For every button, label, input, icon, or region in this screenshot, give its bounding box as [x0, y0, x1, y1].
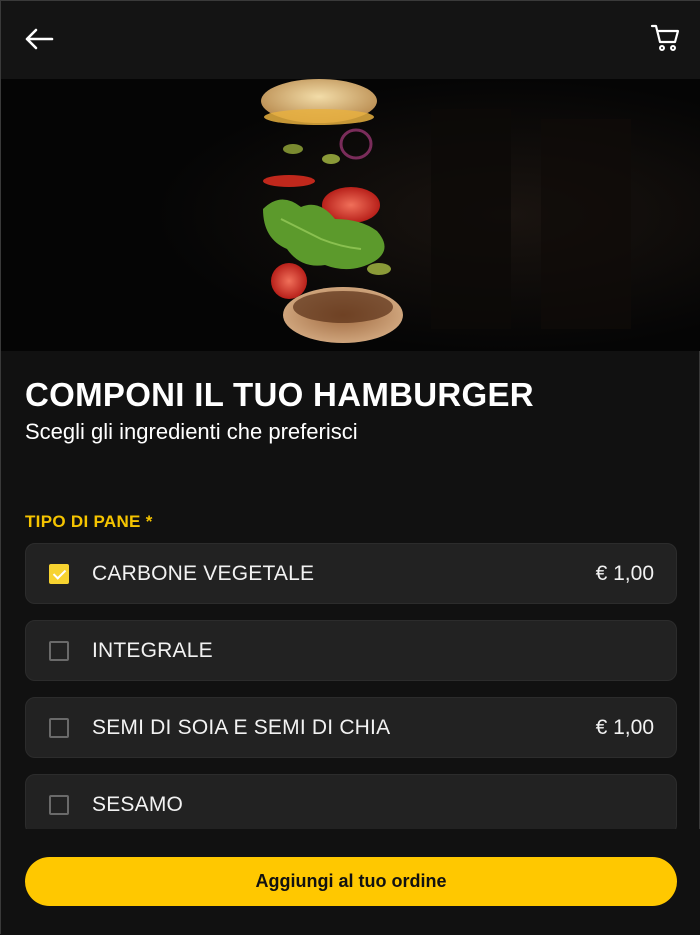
cart-button[interactable] — [647, 19, 683, 55]
checkbox-unchecked[interactable] — [49, 718, 69, 738]
checkbox-unchecked[interactable] — [49, 641, 69, 661]
option-carbone-vegetale[interactable]: CARBONE VEGETALE € 1,00 — [25, 543, 677, 604]
hero-image — [1, 79, 700, 351]
burger-ingredients-photo — [1, 79, 700, 351]
shopping-cart-icon — [650, 24, 680, 51]
option-price: € 1,00 — [595, 716, 654, 739]
option-integrale[interactable]: INTEGRALE — [25, 620, 677, 681]
checkbox-unchecked[interactable] — [49, 795, 69, 815]
top-bar — [1, 1, 700, 79]
option-sesamo[interactable]: SESAMO — [25, 774, 677, 829]
option-label: SESAMO — [92, 793, 184, 816]
option-label: INTEGRALE — [92, 639, 213, 662]
page-title: COMPONI IL TUO HAMBURGER — [25, 376, 534, 413]
checkbox-checked[interactable] — [49, 564, 69, 584]
section-label: TIPO DI PANE * — [25, 512, 153, 531]
title-block: COMPONI IL TUO HAMBURGER Scegli gli ingr… — [25, 373, 675, 447]
option-semi-di-soia-e-semi-di-chia[interactable]: SEMI DI SOIA E SEMI DI CHIA € 1,00 — [25, 697, 677, 758]
arrow-left-icon — [25, 28, 54, 50]
page-subtitle: Scegli gli ingredienti che preferisci — [25, 419, 358, 444]
option-price: € 1,00 — [595, 562, 654, 585]
option-label: CARBONE VEGETALE — [92, 562, 315, 585]
back-button[interactable] — [21, 21, 57, 57]
option-label: SEMI DI SOIA E SEMI DI CHIA — [92, 716, 391, 739]
bread-options-list: CARBONE VEGETALE € 1,00 INTEGRALE SEMI D… — [25, 543, 677, 829]
add-to-order-button[interactable]: Aggiungi al tuo ordine — [25, 857, 677, 906]
